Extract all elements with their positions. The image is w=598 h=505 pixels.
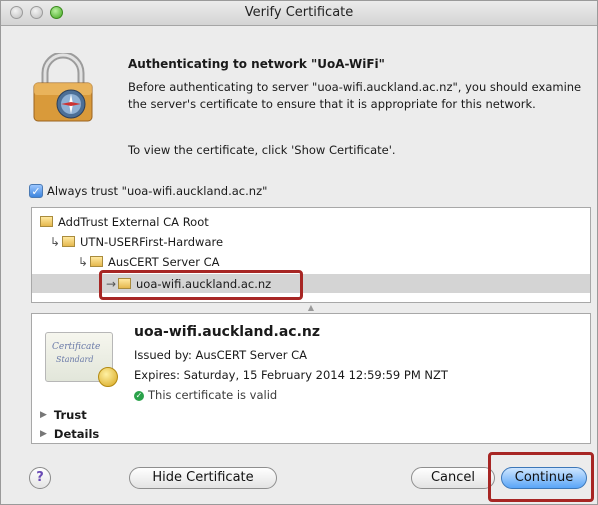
splitter-handle-icon[interactable]: ▲: [31, 303, 591, 312]
dialog-heading: Authenticating to network "UoA-WiFi": [128, 57, 385, 71]
tree-arrow-icon: ↳: [77, 254, 89, 269]
lock-icon: [33, 53, 93, 122]
certificate-icon: [90, 256, 103, 267]
trust-section-toggle[interactable]: ▶ Trust: [40, 408, 87, 422]
chain-item-label: AddTrust External CA Root: [58, 214, 209, 229]
chain-item-intermediate-2[interactable]: ↳ AusCERT Server CA: [32, 252, 590, 271]
always-trust-row[interactable]: ✓ Always trust "uoa-wifi.auckland.ac.nz": [29, 184, 267, 198]
certificate-icon: [62, 236, 75, 247]
always-trust-checkbox[interactable]: ✓: [29, 184, 43, 198]
window-title: Verify Certificate: [244, 5, 354, 20]
help-button[interactable]: ?: [29, 467, 51, 489]
certificate-image-text-1: Certificate: [52, 342, 101, 352]
certificate-expiry: Expires: Saturday, 15 February 2014 12:5…: [134, 368, 448, 382]
certificate-status: ✓ This certificate is valid: [134, 388, 277, 402]
selected-certificate-highlight: [99, 270, 303, 300]
chain-item-label: UTN-USERFirst-Hardware: [80, 234, 224, 249]
dialog-message: Before authenticating to server "uoa-wif…: [128, 80, 582, 111]
chain-item-root[interactable]: AddTrust External CA Root: [32, 212, 590, 231]
certificate-document-icon: Certificate Standard: [45, 332, 118, 387]
certificate-icon: [40, 216, 53, 227]
chain-item-intermediate-1[interactable]: ↳ UTN-USERFirst-Hardware: [32, 232, 590, 251]
chain-item-label: AusCERT Server CA: [108, 254, 220, 269]
cancel-button[interactable]: Cancel: [411, 467, 495, 489]
certificate-details-panel: Certificate Standard uoa-wifi.auckland.a…: [31, 313, 591, 444]
tree-arrow-icon: ↳: [49, 234, 61, 249]
hide-certificate-button[interactable]: Hide Certificate: [129, 467, 277, 489]
always-trust-label: Always trust "uoa-wifi.auckland.ac.nz": [47, 184, 268, 198]
seal-icon: [98, 367, 118, 387]
details-section-label: Details: [53, 427, 100, 441]
certificate-image-text-2: Standard: [56, 355, 94, 364]
valid-check-icon: ✓: [134, 390, 144, 401]
certificate-issuer: Issued by: AusCERT Server CA: [134, 348, 308, 362]
verify-certificate-window: Verify Certificate Authenticating to net…: [0, 0, 598, 505]
certificate-name: uoa-wifi.auckland.ac.nz: [134, 324, 321, 340]
disclosure-triangle-icon: ▶: [40, 429, 47, 439]
trust-section-label: Trust: [53, 408, 87, 422]
details-section-toggle[interactable]: ▶ Details: [40, 427, 99, 441]
certificate-status-text: This certificate is valid: [148, 388, 278, 402]
continue-button-highlight: [488, 452, 594, 502]
dialog-hint: To view the certificate, click 'Show Cer…: [128, 143, 396, 157]
disclosure-triangle-icon: ▶: [40, 410, 47, 420]
title-bar[interactable]: Verify Certificate: [1, 1, 597, 26]
